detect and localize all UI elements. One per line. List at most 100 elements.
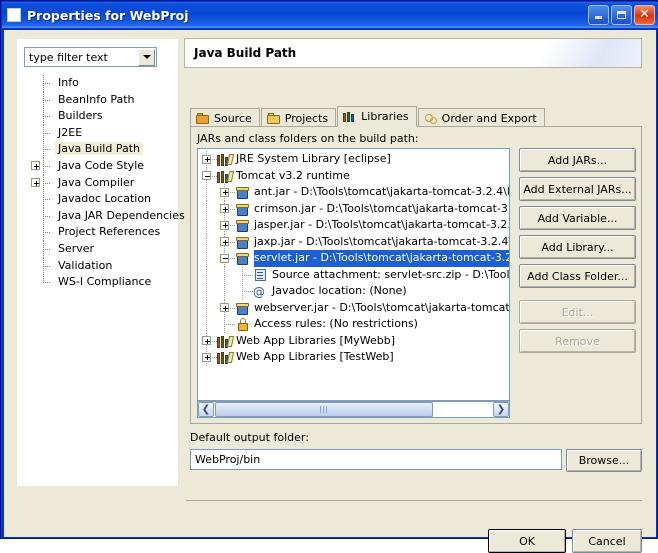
sidebar-item-label: Builders bbox=[58, 109, 103, 123]
expand-icon[interactable] bbox=[220, 187, 229, 197]
page-title: Java Build Path bbox=[194, 46, 297, 60]
tree-line bbox=[43, 99, 50, 101]
filter-input[interactable]: type filter text bbox=[25, 51, 138, 64]
library-icon bbox=[217, 351, 235, 364]
tree-line bbox=[206, 184, 207, 201]
footer-divider bbox=[186, 500, 642, 501]
scroll-left-button[interactable]: ❮ bbox=[198, 402, 214, 417]
tree-row-label: Javadoc location: (None) bbox=[272, 284, 407, 297]
sidebar-item-builders[interactable]: Builders bbox=[25, 108, 180, 126]
tree-line bbox=[206, 233, 207, 250]
sidebar-item-javadoc-location[interactable]: Javadoc Location bbox=[25, 191, 180, 209]
collapse-icon[interactable] bbox=[202, 171, 211, 180]
tab-libraries[interactable]: Libraries bbox=[337, 106, 417, 127]
tree-line bbox=[43, 149, 50, 151]
tree-row[interactable]: crimson.jar - D:\Tools\tomcat\jakarta-to… bbox=[198, 200, 509, 217]
tree-row-label: webserver.jar - D:\Tools\tomcat\jakarta-… bbox=[254, 300, 509, 314]
sidebar-item-ws-i-compliance[interactable]: WS-I Compliance bbox=[25, 274, 180, 291]
projects-folder-icon bbox=[266, 112, 281, 125]
scrollbar-track[interactable] bbox=[434, 402, 493, 417]
filter-combo[interactable]: type filter text bbox=[24, 47, 157, 67]
scrollbar-thumb[interactable] bbox=[215, 402, 433, 417]
tree-row[interactable]: jasper.jar - D:\Tools\tomcat\jakarta-tom… bbox=[198, 217, 509, 234]
tab-label: Source bbox=[214, 112, 252, 125]
tree-line bbox=[43, 215, 50, 217]
ok-button[interactable]: OK bbox=[488, 529, 566, 553]
expand-icon[interactable] bbox=[220, 237, 229, 246]
tree-row[interactable]: Web App Libraries [TestWeb] bbox=[198, 349, 509, 366]
tree-row[interactable]: Tomcat v3.2 runtime bbox=[198, 167, 509, 184]
javadoc-icon: @ bbox=[253, 285, 265, 299]
output-folder-input[interactable]: WebProj/bin bbox=[190, 449, 562, 470]
tab-projects[interactable]: Projects bbox=[260, 108, 337, 128]
sidebar-item-java-build-path[interactable]: Java Build Path bbox=[25, 141, 180, 159]
horizontal-scrollbar[interactable]: ❮ ❯ bbox=[197, 401, 510, 418]
sidebar-item-label: J2EE bbox=[58, 125, 83, 139]
add-jars-button[interactable]: Add JARs... bbox=[519, 148, 636, 172]
cancel-button[interactable]: Cancel bbox=[572, 529, 642, 553]
expand-icon[interactable] bbox=[202, 336, 211, 345]
tree-line bbox=[206, 266, 207, 283]
sidebar-item-java-jar-dependencies[interactable]: Java JAR Dependencies bbox=[25, 207, 185, 225]
tree-row[interactable]: jaxp.jar - D:\Tools\tomcat\jakarta-tomca… bbox=[198, 233, 509, 250]
collapse-icon[interactable] bbox=[220, 253, 229, 263]
sidebar-item-java-code-style[interactable]: Java Code Style bbox=[25, 157, 180, 175]
window-icon bbox=[7, 8, 21, 22]
maximize-button[interactable] bbox=[611, 5, 632, 25]
add-external-jars-button[interactable]: Add External JARs... bbox=[519, 177, 636, 201]
tab-source[interactable]: Source bbox=[190, 108, 260, 128]
jar-icon bbox=[235, 186, 251, 199]
tree-row[interactable]: webserver.jar - D:\Tools\tomcat\jakarta-… bbox=[198, 299, 509, 316]
minimize-icon bbox=[595, 16, 602, 19]
tree-row-label: JRE System Library [eclipse] bbox=[236, 152, 391, 165]
sidebar-item-info[interactable]: Info bbox=[25, 75, 180, 92]
settings-tree: Info BeanInfo Path Builders J2EE Java Build … bbox=[25, 75, 185, 291]
expand-icon[interactable] bbox=[202, 352, 211, 362]
tree-line bbox=[242, 291, 253, 292]
jar-icon bbox=[235, 203, 251, 216]
add-class-folder-button[interactable]: Add Class Folder... bbox=[519, 264, 636, 288]
sidebar-item-validation[interactable]: Validation bbox=[25, 257, 180, 275]
sidebar-item-label: BeanInfo Path bbox=[58, 92, 135, 106]
scroll-right-button[interactable]: ❯ bbox=[493, 402, 509, 417]
tree-line bbox=[43, 165, 50, 167]
minimize-button[interactable] bbox=[588, 5, 609, 25]
browse-button[interactable]: Browse... bbox=[566, 449, 642, 472]
libraries-caption: JARs and class folders on the build path… bbox=[197, 132, 419, 145]
sidebar-item-java-compiler[interactable]: Java Compiler bbox=[25, 174, 180, 192]
expand-icon[interactable] bbox=[31, 178, 40, 188]
tree-line bbox=[206, 217, 207, 234]
tree-row[interactable]: ant.jar - D:\Tools\tomcat\jakarta-tomcat… bbox=[198, 184, 509, 201]
tree-row[interactable]: JRE System Library [eclipse] bbox=[198, 151, 509, 168]
sidebar-item-j2ee[interactable]: J2EE bbox=[25, 124, 180, 142]
expand-icon[interactable] bbox=[220, 204, 229, 213]
sidebar-item-project-references[interactable]: Project References bbox=[25, 224, 180, 242]
maximize-icon bbox=[617, 11, 626, 19]
expand-icon[interactable] bbox=[220, 303, 229, 312]
add-variable-button[interactable]: Add Variable... bbox=[519, 206, 636, 230]
tree-row-label: Access rules: (No restrictions) bbox=[254, 317, 418, 330]
sidebar-item-label: WS-I Compliance bbox=[58, 275, 152, 289]
tab-order-and-export[interactable]: Order and Export bbox=[417, 108, 545, 128]
expand-icon[interactable] bbox=[202, 154, 211, 164]
tree-row[interactable]: Access rules: (No restrictions) bbox=[198, 316, 509, 333]
tree-line bbox=[43, 282, 50, 284]
tab-label: Order and Export bbox=[441, 112, 537, 125]
tree-row-label: Web App Libraries [MyWebb] bbox=[236, 333, 396, 347]
libraries-tab-panel: JARs and class folders on the build path… bbox=[190, 126, 642, 424]
tree-row[interactable]: @ Javadoc location: (None) bbox=[198, 283, 509, 300]
expand-icon[interactable] bbox=[220, 220, 229, 230]
tree-row[interactable]: Source attachment: servlet-src.zip - D:\… bbox=[198, 266, 509, 283]
tree-line bbox=[206, 250, 207, 267]
tree-row[interactable]: Web App Libraries [MyWebb] bbox=[198, 332, 509, 349]
close-button[interactable]: ✕ bbox=[634, 5, 655, 25]
expand-icon[interactable] bbox=[31, 161, 40, 171]
sidebar-item-server[interactable]: Server bbox=[25, 240, 180, 258]
chevron-down-icon[interactable] bbox=[138, 48, 155, 66]
tree-line bbox=[43, 232, 50, 234]
tree-row[interactable]: servlet.jar - D:\Tools\tomcat\jakarta-to… bbox=[198, 250, 509, 267]
edit-button: Edit... bbox=[519, 300, 636, 324]
add-library-button[interactable]: Add Library... bbox=[519, 235, 636, 259]
sidebar-item-beaninfo-path[interactable]: BeanInfo Path bbox=[25, 91, 180, 109]
build-path-tree[interactable]: JRE System Library [eclipse] Tomcat v3.2 … bbox=[197, 148, 510, 401]
